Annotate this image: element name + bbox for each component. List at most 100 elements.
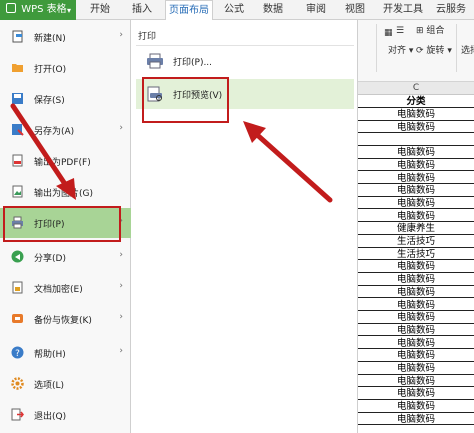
svg-text:?: ? bbox=[15, 349, 20, 359]
menu-item-exit[interactable]: 退出(Q) bbox=[0, 400, 131, 430]
menu-item-label: 帮助(H) bbox=[34, 350, 66, 360]
chevron-right-icon: › bbox=[119, 250, 123, 260]
table-cell[interactable]: 健康养生 bbox=[358, 223, 474, 235]
chevron-right-icon: › bbox=[119, 346, 123, 356]
table-cell[interactable]: 电脑数码 bbox=[358, 261, 474, 273]
submenu-item-label: 打印(P)... bbox=[173, 58, 213, 68]
backup-icon bbox=[12, 314, 23, 323]
menu-item-label: 备份与恢复(K) bbox=[34, 316, 92, 326]
table-cell[interactable]: 电脑数码 bbox=[358, 122, 474, 134]
table-cell[interactable]: 电脑数码 bbox=[358, 109, 474, 121]
chevron-right-icon: › bbox=[119, 312, 123, 322]
printer-icon bbox=[147, 53, 163, 69]
chevron-down-icon: ▾ bbox=[408, 46, 414, 56]
lock-icon bbox=[12, 281, 23, 294]
table-cell[interactable]: 电脑数码 bbox=[358, 338, 474, 350]
ribbon-toolbar: ▦ ☰ ⊞ 组合 对齐 ▾ ⟳ 旋转 ▾ 选择 bbox=[358, 20, 474, 82]
tab-view[interactable]: 视图 bbox=[340, 0, 370, 20]
ribbon-separator bbox=[376, 24, 377, 72]
table-cell[interactable]: 电脑数码 bbox=[358, 363, 474, 375]
menu-item-options[interactable]: 选项(L) bbox=[0, 369, 131, 399]
align-label: 对齐 bbox=[388, 46, 407, 56]
table-cell[interactable]: 电脑数码 bbox=[358, 185, 474, 197]
app-title: WPS 表格 bbox=[21, 4, 67, 15]
menu-item-new[interactable]: 新建(N) › bbox=[0, 22, 131, 52]
chevron-down-icon: ▾ bbox=[447, 46, 452, 56]
new-file-icon bbox=[12, 30, 23, 43]
image-export-icon bbox=[12, 185, 23, 198]
table-cell[interactable]: 电脑数码 bbox=[358, 376, 474, 388]
floppy-disk-icon bbox=[12, 93, 23, 104]
menu-item-export-image[interactable]: 输出为图片(G) bbox=[0, 177, 131, 207]
table-cell[interactable]: 电脑数码 bbox=[358, 211, 474, 223]
menu-item-label: 分享(D) bbox=[34, 254, 66, 264]
title-tab-bar: WPS 表格 ▾ 开始 插入 页面布局 公式 数据 审阅 视图 开发工具 云服务 bbox=[0, 0, 474, 21]
align-button-icon[interactable]: ☰ bbox=[396, 25, 404, 37]
menu-item-label: 输出为图片(G) bbox=[34, 189, 93, 199]
help-icon: ? bbox=[11, 346, 24, 359]
menu-item-save[interactable]: 保存(S) bbox=[0, 84, 131, 114]
menu-item-label: 打开(O) bbox=[34, 65, 67, 75]
rotate-label: 旋转 bbox=[426, 46, 445, 56]
tab-developer-tools[interactable]: 开发工具 bbox=[380, 0, 426, 20]
tab-review[interactable]: 审阅 bbox=[301, 0, 331, 20]
tab-page-layout[interactable]: 页面布局 bbox=[165, 0, 213, 21]
chevron-right-icon: › bbox=[119, 281, 123, 291]
table-cell[interactable]: 电脑数码 bbox=[358, 160, 474, 172]
table-cell[interactable]: 电脑数码 bbox=[358, 274, 474, 286]
submenu-title: 打印 bbox=[138, 32, 157, 42]
folder-open-icon bbox=[12, 64, 23, 72]
table-cell[interactable]: 电脑数码 bbox=[358, 198, 474, 210]
menu-item-backup[interactable]: 备份与恢复(K) › bbox=[0, 304, 131, 334]
menu-item-export-pdf[interactable]: 输出为PDF(F) bbox=[0, 146, 131, 176]
share-icon bbox=[11, 250, 24, 263]
tab-data[interactable]: 数据 bbox=[258, 0, 288, 20]
rotate-button[interactable]: ⟳ 旋转 ▾ bbox=[416, 45, 452, 57]
menu-item-open[interactable]: 打开(O) bbox=[0, 53, 131, 83]
menu-item-label: 新建(N) bbox=[34, 34, 66, 44]
wps-app-menu-button[interactable]: WPS 表格 ▾ bbox=[0, 0, 76, 20]
menu-item-label: 选项(L) bbox=[34, 381, 65, 391]
menu-item-help[interactable]: ? 帮助(H) › bbox=[0, 338, 131, 368]
save-as-icon bbox=[12, 124, 24, 136]
table-cell[interactable]: 生活技巧 bbox=[358, 249, 474, 261]
table-cell[interactable]: 电脑数码 bbox=[358, 325, 474, 337]
table-cell[interactable]: 电脑数码 bbox=[358, 287, 474, 299]
table-cell[interactable]: 电脑数码 bbox=[358, 147, 474, 159]
header-cell-category[interactable]: 分类 bbox=[358, 96, 474, 108]
group-icon[interactable]: ▦ bbox=[384, 27, 393, 39]
chevron-right-icon: › bbox=[119, 30, 123, 40]
wps-logo-icon bbox=[6, 3, 16, 13]
menu-item-share[interactable]: 分享(D) › bbox=[0, 242, 131, 272]
group-combine-button[interactable]: ⊞ 组合 bbox=[416, 25, 444, 37]
pdf-icon bbox=[12, 154, 23, 167]
submenu-item-print[interactable]: 打印(P)... bbox=[136, 46, 354, 76]
menu-item-label: 输出为PDF(F) bbox=[34, 158, 91, 168]
tab-formulas[interactable]: 公式 bbox=[219, 0, 249, 20]
annotation-box-print-preview bbox=[142, 77, 229, 123]
tab-insert[interactable]: 插入 bbox=[126, 0, 158, 20]
exit-icon bbox=[11, 408, 24, 421]
table-cell[interactable] bbox=[358, 134, 474, 146]
align-button[interactable]: 对齐 ▾ bbox=[388, 45, 413, 57]
table-cell[interactable]: 电脑数码 bbox=[358, 300, 474, 311]
menu-item-save-as[interactable]: 另存为(A) › bbox=[0, 115, 131, 145]
table-cell[interactable]: 电脑数码 bbox=[358, 350, 474, 362]
column-header-c[interactable]: C bbox=[358, 82, 474, 95]
annotation-box-print bbox=[3, 206, 121, 242]
table-cell[interactable]: 电脑数码 bbox=[358, 414, 474, 426]
table-cell[interactable]: 电脑数码 bbox=[358, 312, 474, 324]
table-cell[interactable]: 电脑数码 bbox=[358, 401, 474, 413]
tab-home[interactable]: 开始 bbox=[84, 0, 116, 20]
table-cell[interactable]: 电脑数码 bbox=[358, 173, 474, 184]
spreadsheet-grid[interactable]: C 分类 电脑数码 电脑数码 电脑数码 电脑数码 电脑数码 电脑数码 电脑数码 电脑数码 健康养… bbox=[358, 82, 474, 433]
menu-item-label: 另存为(A) bbox=[34, 127, 75, 137]
select-button[interactable]: 选择 bbox=[461, 45, 474, 57]
tab-cloud-service[interactable]: 云服务 bbox=[431, 0, 471, 20]
gear-icon bbox=[11, 377, 24, 390]
rotate-icon: ⟳ bbox=[416, 46, 424, 56]
table-cell[interactable]: 电脑数码 bbox=[358, 388, 474, 400]
chevron-right-icon: › bbox=[119, 123, 123, 133]
menu-item-encrypt[interactable]: 文档加密(E) › bbox=[0, 273, 131, 303]
table-cell[interactable]: 生活技巧 bbox=[358, 236, 474, 248]
